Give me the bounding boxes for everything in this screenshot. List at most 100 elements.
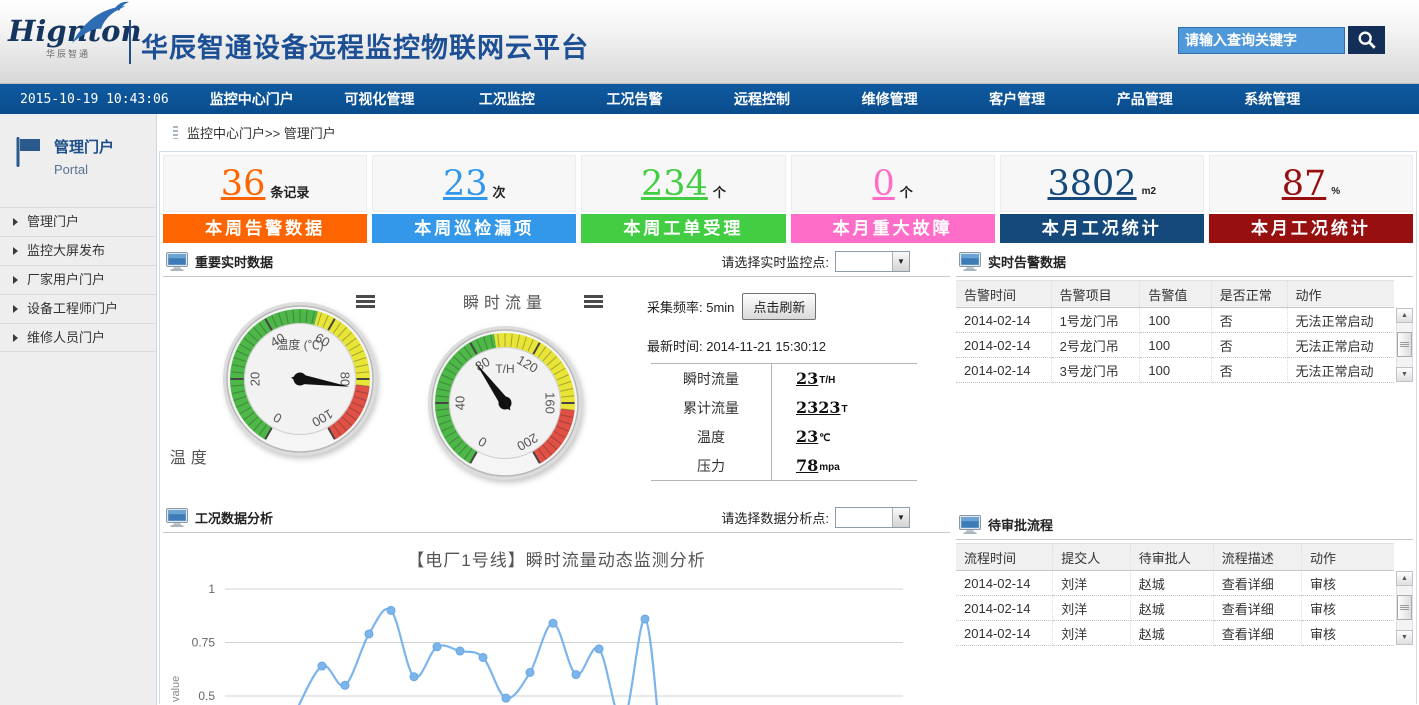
monitor-icon [166,252,188,271]
scrollbar-thumb[interactable] [1397,595,1412,620]
sidebar-menu: 管理门户监控大屏发布厂家用户门户设备工程师门户维修人员门户 [0,207,156,352]
stat-unit: 条记录 [270,182,309,201]
stat-banner[interactable]: 本月工况统计 [1000,214,1204,243]
stat-card-top: 36条记录 [163,155,367,212]
stat-banner[interactable]: 本周工单受理 [581,214,785,243]
table-cell: 无法正常启动 [1287,308,1394,333]
table-head: 流程时间提交人待审批人流程描述动作 [956,544,1394,571]
stat-card-2[interactable]: 23次本周巡检漏项 [372,155,576,243]
hamburger-menu-icon[interactable] [584,295,603,308]
table-cell: 100 [1140,308,1211,333]
analysis-panel-title: 工况数据分析 [195,508,273,527]
reading-row: 压力78mpa [651,451,917,480]
table-cell: 2014-02-14 [956,358,1051,383]
approval-panel: 待审批流程 流程时间提交人待审批人流程描述动作 2014-02-14刘洋赵城查看详… [956,510,1413,646]
breadcrumb-text: 监控中心门户>> 管理门户 [187,123,336,142]
table-cell: 2014-02-14 [956,621,1053,646]
latest-time-label: 最新时间: 2014-11-21 15:30:12 [647,336,940,355]
stat-value[interactable]: 87 [1282,164,1327,204]
sidebar-item-1[interactable]: 管理门户 [0,207,156,236]
stat-value[interactable]: 36 [221,164,266,204]
stat-value[interactable]: 234 [641,164,708,204]
sidebar-item-2[interactable]: 监控大屏发布 [0,236,156,265]
table-cell: 2014-02-14 [956,333,1051,358]
reading-value: 2323 [796,398,841,417]
nav-item-9[interactable]: 系统管理 [1209,89,1337,109]
stat-banner[interactable]: 本月重大故障 [791,214,995,243]
svg-text:20: 20 [248,372,263,386]
nav-item-8[interactable]: 产品管理 [1081,89,1209,109]
column-header: 告警项目 [1051,281,1140,308]
sidebar: 管理门户 Portal 管理门户监控大屏发布厂家用户门户设备工程师门户维修人员门… [0,114,157,705]
table-cell: 无法正常启动 [1287,358,1394,383]
table-cell: 3号龙门吊 [1051,358,1140,383]
scroll-down-button[interactable]: ▼ [1396,367,1413,382]
stat-card-top: 0个 [791,155,995,212]
monitor-glyph [959,252,981,271]
table-cell[interactable]: 查看详细 [1213,596,1301,621]
table-cell[interactable]: 审核 [1301,621,1394,646]
refresh-button[interactable]: 点击刷新 [742,293,816,320]
table-cell[interactable]: 审核 [1301,596,1394,621]
table-cell: 赵城 [1130,596,1213,621]
table-cell[interactable]: 查看详细 [1213,571,1301,596]
analysis-panel: 工况数据分析 请选择数据分析点: ▼ 【电厂1号线】瞬时流量动态监测分析 10.… [163,503,950,705]
monitor-point-select[interactable]: ▼ [835,251,910,272]
reading-value-cell: 78mpa [771,451,917,480]
stat-card-5[interactable]: 3802m2本月工况统计 [1000,155,1204,243]
table-cell: 赵城 [1130,621,1213,646]
table-cell[interactable]: 查看详细 [1213,621,1301,646]
sidebar-item-4[interactable]: 设备工程师门户 [0,294,156,323]
approval-panel-title: 待审批流程 [988,515,1053,534]
stat-card-top: 87% [1209,155,1413,212]
monitor-icon [959,515,981,534]
stat-card-3[interactable]: 234个本周工单受理 [581,155,785,243]
stat-card-top: 3802m2 [1000,155,1204,212]
breadcrumb: 监控中心门户>> 管理门户 [157,114,1419,151]
logo: Hignton 华辰智通 [8,16,128,60]
table-row: 2014-02-141号龙门吊100否无法正常启动 [956,308,1394,333]
table-cell[interactable]: 审核 [1301,571,1394,596]
stat-card-4[interactable]: 0个本月重大故障 [791,155,995,243]
page-title: 华辰智通设备远程监控物联网云平台 [141,26,589,65]
reading-unit: T [842,404,848,415]
reading-name: 瞬时流量 [651,364,771,393]
scrollbar-track[interactable] [1396,323,1413,367]
reading-name: 温度 [651,422,771,451]
search-input[interactable] [1178,27,1345,54]
nav-item-6[interactable]: 维修管理 [826,89,954,109]
logo-divider [129,20,131,64]
stat-value[interactable]: 0 [872,164,894,204]
scrollbar-thumb[interactable] [1397,332,1412,357]
scrollbar-track[interactable] [1396,586,1413,630]
search-icon [1357,30,1377,50]
page-header: Hignton 华辰智通 华辰智通设备远程监控物联网云平台 [0,0,1419,84]
sidebar-item-3[interactable]: 厂家用户门户 [0,265,156,294]
svg-text:T/H: T/H [495,362,514,376]
nav-item-1[interactable]: 监控中心门户 [188,89,316,109]
search-button[interactable] [1348,26,1385,54]
scroll-up-button[interactable]: ▲ [1396,571,1413,586]
scroll-up-button[interactable]: ▲ [1396,308,1413,323]
nav-item-5[interactable]: 远程控制 [698,89,826,109]
stat-banner[interactable]: 本周告警数据 [163,214,367,243]
stat-card-1[interactable]: 36条记录本周告警数据 [163,155,367,243]
table-row: 2014-02-14刘洋赵城查看详细审核 [956,621,1394,646]
stat-banner[interactable]: 本月工况统计 [1209,214,1413,243]
nav-item-4[interactable]: 工况告警 [571,89,699,109]
alarm-panel: 实时告警数据 告警时间告警项目告警值是否正常动作2014-02-141号龙门吊1… [956,247,1413,383]
nav-item-2[interactable]: 可视化管理 [316,89,444,109]
portal-header: 管理门户 Portal [0,114,156,177]
analysis-point-selector-label: 请选择数据分析点: [721,508,829,527]
monitor-icon [166,508,188,527]
analysis-point-select[interactable]: ▼ [835,507,910,528]
stat-value[interactable]: 23 [443,164,488,204]
stat-banner[interactable]: 本周巡检漏项 [372,214,576,243]
sidebar-item-5[interactable]: 维修人员门户 [0,323,156,352]
stat-card-6[interactable]: 87%本月工况统计 [1209,155,1413,243]
stat-value[interactable]: 3802 [1048,164,1137,204]
nav-item-7[interactable]: 客户管理 [953,89,1081,109]
nav-item-3[interactable]: 工况监控 [443,89,571,109]
select-value [836,252,892,271]
scroll-down-button[interactable]: ▼ [1396,630,1413,645]
